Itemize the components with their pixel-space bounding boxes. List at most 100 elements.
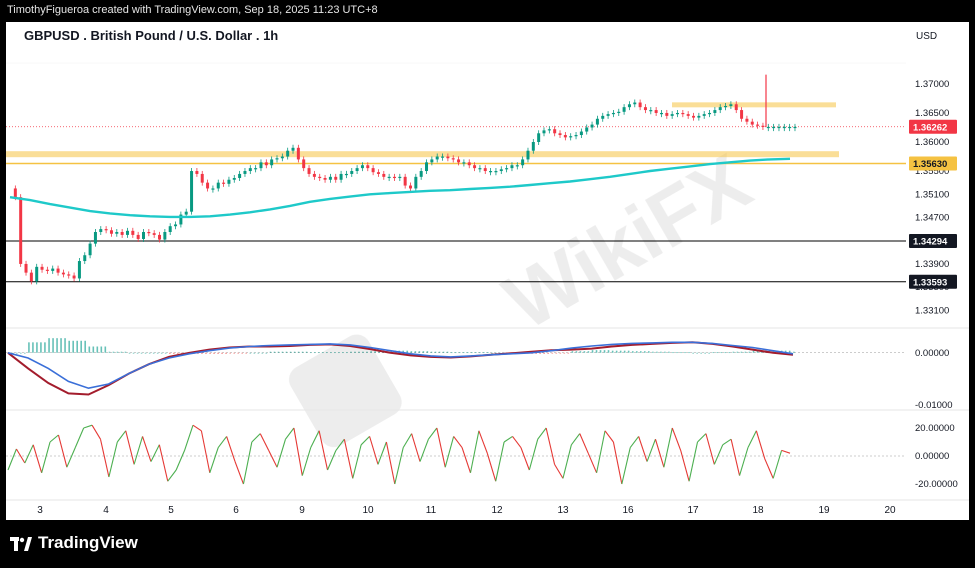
macd-histogram-bar bbox=[104, 346, 107, 353]
time-tick-label: 3 bbox=[37, 505, 43, 516]
macd-histogram-bar bbox=[442, 351, 445, 353]
candle-body bbox=[142, 232, 145, 239]
macd-histogram-bar bbox=[708, 352, 710, 354]
macd-histogram-bar bbox=[245, 352, 248, 354]
currency-label: USD bbox=[916, 31, 937, 42]
candle-body bbox=[158, 234, 162, 240]
chart-svg[interactable]: WikiFX GBPUSD . British Pound / U.S. Dol… bbox=[6, 22, 969, 520]
macd-histogram-bar bbox=[559, 352, 562, 354]
candle-body bbox=[473, 165, 477, 169]
macd-histogram-bar bbox=[486, 352, 489, 354]
price-badge-label: 1.33593 bbox=[913, 277, 947, 288]
candle-body bbox=[195, 171, 199, 174]
macd-histogram-bar bbox=[205, 352, 207, 354]
macd-histogram-bar bbox=[587, 351, 590, 353]
oscillator-segment bbox=[108, 441, 118, 478]
macd-histogram-bar bbox=[672, 352, 674, 354]
oscillator-segment bbox=[251, 433, 261, 443]
oscillator-segment bbox=[91, 424, 101, 440]
candle-body bbox=[56, 268, 60, 273]
macd-histogram-bar bbox=[213, 352, 215, 354]
macd-histogram-bar bbox=[744, 351, 747, 353]
oscillator-segment bbox=[512, 436, 522, 448]
candle-body bbox=[147, 232, 151, 234]
macd-histogram-bar bbox=[426, 351, 429, 353]
candle-body bbox=[414, 176, 418, 189]
candle-body bbox=[574, 135, 578, 137]
macd-histogram-bar bbox=[627, 350, 630, 353]
macd-histogram-bar bbox=[28, 342, 30, 353]
price-tick-label: 1.33900 bbox=[915, 259, 949, 270]
price-tick-label: 1.34700 bbox=[915, 212, 949, 223]
macd-histogram-bar bbox=[225, 352, 227, 354]
candle-body bbox=[323, 178, 327, 180]
oscillator-segment bbox=[537, 427, 547, 440]
oscillator-segment bbox=[781, 449, 791, 454]
candle-body bbox=[553, 129, 557, 134]
candle-body bbox=[398, 176, 402, 179]
macd-histogram-bar bbox=[611, 350, 614, 353]
macd-histogram-bar bbox=[458, 352, 461, 354]
candle-body bbox=[670, 114, 674, 116]
macd-histogram-bar bbox=[350, 351, 352, 353]
oscillator-segment bbox=[184, 425, 194, 451]
macd-histogram-bar bbox=[76, 340, 78, 353]
macd-histogram-bar bbox=[619, 350, 622, 353]
candle-body bbox=[184, 211, 188, 215]
candle-body bbox=[104, 229, 108, 231]
oscillator-segment bbox=[133, 436, 144, 465]
candle-body bbox=[713, 110, 717, 113]
macd-histogram-bar bbox=[692, 352, 694, 354]
macd-histogram-bar bbox=[660, 351, 662, 353]
candle-body bbox=[617, 111, 621, 114]
macd-histogram-bar bbox=[20, 352, 22, 354]
candle-body bbox=[724, 106, 728, 108]
macd-histogram-bar bbox=[36, 342, 38, 353]
candle-body bbox=[515, 165, 519, 167]
oscillator-segment bbox=[427, 427, 438, 440]
oscillator-segment bbox=[234, 461, 244, 485]
oscillator-segment bbox=[125, 430, 135, 465]
macd-histogram-bar bbox=[607, 350, 610, 353]
macd-histogram-bar bbox=[688, 352, 690, 354]
oscillator-segment bbox=[646, 439, 656, 462]
macd-histogram-bar bbox=[100, 346, 103, 353]
candle-body bbox=[665, 112, 669, 116]
candle-body bbox=[489, 171, 493, 173]
candle-body bbox=[756, 124, 760, 126]
macd-histogram-bar bbox=[454, 352, 457, 354]
macd-histogram-bar bbox=[470, 352, 473, 354]
candle-body bbox=[633, 102, 637, 105]
oscillator-segment bbox=[57, 434, 68, 468]
candle-body bbox=[216, 182, 220, 189]
candle-body bbox=[654, 110, 658, 113]
candle-body bbox=[243, 171, 247, 174]
candle-body bbox=[136, 234, 140, 239]
candle-body bbox=[93, 232, 97, 244]
candle-body bbox=[88, 243, 92, 256]
oscillator-segment bbox=[562, 444, 572, 479]
oscillator-segment bbox=[167, 469, 177, 482]
macd-histogram-bar bbox=[603, 350, 606, 353]
oscillator-segment bbox=[764, 458, 774, 479]
candle-body bbox=[344, 173, 348, 176]
candle-body bbox=[478, 168, 482, 170]
candle-body bbox=[302, 159, 306, 169]
candle-body bbox=[558, 133, 562, 136]
oscillator-segment bbox=[755, 430, 766, 459]
time-tick-label: 6 bbox=[233, 505, 239, 516]
macd-histogram-bar bbox=[563, 352, 566, 354]
candle-body bbox=[467, 162, 471, 166]
oscillator-segment bbox=[293, 427, 303, 476]
oscillator-segment bbox=[268, 450, 278, 468]
tradingview-logo-icon bbox=[10, 536, 32, 551]
time-tick-label: 19 bbox=[818, 505, 830, 516]
candle-body bbox=[740, 110, 744, 119]
macd-histogram-bar bbox=[583, 351, 586, 353]
oscillator-segment bbox=[32, 444, 43, 473]
macd-histogram-bar bbox=[277, 351, 280, 353]
oscillator-segment bbox=[528, 439, 539, 471]
macd-line bbox=[7, 341, 794, 390]
time-tick-label: 10 bbox=[362, 505, 374, 516]
time-tick-label: 17 bbox=[687, 505, 699, 516]
